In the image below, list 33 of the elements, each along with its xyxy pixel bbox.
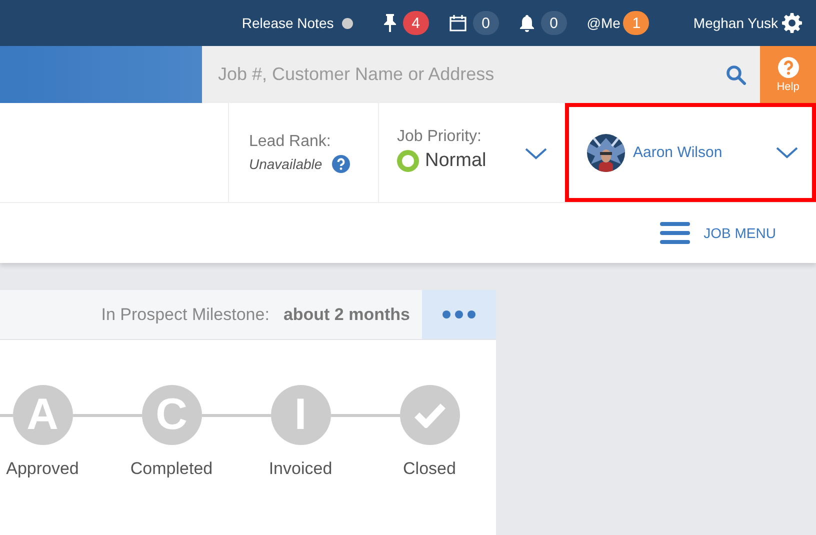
user-name[interactable]: Meghan Yusk: [693, 15, 778, 31]
bell-icon[interactable]: [518, 14, 535, 32]
milestone-step-label: Approved: [6, 459, 79, 479]
chevron-down-icon: [525, 148, 547, 160]
job-menu-button[interactable]: JOB MENU: [660, 222, 776, 244]
job-priority-label: Job Priority:: [397, 128, 482, 146]
help-icon[interactable]: [332, 155, 350, 173]
count-badge: 0: [540, 11, 567, 35]
help-icon: [778, 56, 798, 78]
mentions-link[interactable]: @Me: [586, 15, 620, 31]
search-input[interactable]: Job #, Customer Name or Address: [216, 63, 726, 86]
more-button[interactable]: [422, 290, 496, 339]
lead-rank-value: Unavailable: [249, 156, 322, 172]
search-field[interactable]: Job #, Customer Name or Address: [202, 46, 760, 103]
menu-icon: [660, 222, 690, 244]
milestone-duration: about 2 months: [283, 304, 410, 324]
milestone-label: In Prospect Milestone:: [101, 304, 270, 324]
more-icon: [442, 310, 476, 319]
job-priority-dropdown[interactable]: Job Priority: Normal: [379, 103, 565, 202]
chevron-down-icon: [776, 146, 798, 158]
count-badge: 1: [623, 11, 650, 35]
count-badge: 0: [472, 11, 499, 35]
milestone-step-label: Completed: [130, 459, 213, 479]
settings-icon[interactable]: [782, 13, 802, 33]
milestone-step-label: Closed: [403, 459, 456, 479]
count-badge: 4: [402, 11, 429, 35]
milestone-step-label: Invoiced: [268, 459, 332, 479]
owner-dropdown[interactable]: Aaron Wilson: [565, 103, 816, 202]
pin-icon[interactable]: [382, 14, 397, 32]
release-notes-link[interactable]: Release Notes: [242, 15, 334, 31]
search-icon[interactable]: [726, 64, 746, 84]
lead-rank-label: Lead Rank:: [249, 133, 332, 151]
calendar-icon[interactable]: [448, 14, 467, 32]
